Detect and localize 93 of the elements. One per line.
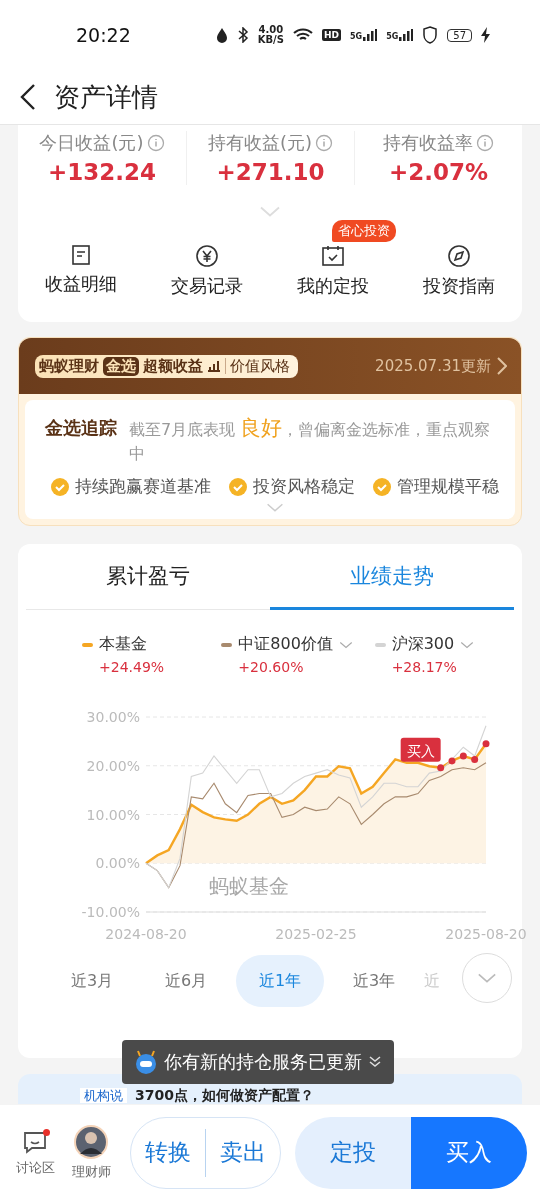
chevron-down-icon[interactable] [477, 972, 497, 984]
stat-label: 持有收益率 [383, 131, 473, 155]
avatar[interactable] [74, 1124, 108, 1159]
info-icon[interactable] [146, 134, 165, 152]
track-description: 截至7月底表现 良好，曾偏离金选标准，重点观察中 [129, 416, 492, 465]
info-icon[interactable] [315, 134, 333, 152]
nav-label[interactable]: 讨论区 [15, 1158, 55, 1177]
dropdown-icon[interactable] [338, 640, 353, 649]
yen-icon [195, 244, 219, 268]
dropdown-icon[interactable] [460, 640, 475, 649]
chart-watermark: 蚂蚁基金 [208, 873, 289, 898]
more-button[interactable] [462, 953, 512, 1003]
chevron-right-icon[interactable] [497, 357, 507, 375]
legend-value: +24.49% [98, 659, 166, 675]
action-link[interactable]: 收益明细 [45, 272, 117, 296]
brand-label: 蚂蚁理财 [39, 356, 99, 376]
calendar-icon [321, 244, 345, 268]
axis-label: 20.00% [86, 757, 140, 774]
criterion-label: 投资风格稳定 [253, 476, 355, 498]
promo-badge: 省心投资 [332, 220, 396, 242]
wifi-icon [292, 27, 313, 43]
axis-label: 2025-02-25 [275, 926, 357, 942]
buy-marker [482, 740, 490, 748]
brand-tag: 金选 [103, 356, 139, 376]
signal-indicator: 5G [386, 29, 414, 41]
mascot-icon [134, 1050, 158, 1074]
stat-value: +2.07% [388, 159, 489, 185]
bar-chart-icon [207, 360, 221, 372]
check-icon [51, 478, 69, 496]
battery-indicator: 57 [447, 28, 472, 42]
action-link[interactable]: 我的定投 [297, 274, 369, 298]
range-tab[interactable]: 近6月 [142, 955, 230, 1007]
criterion-label: 管理规模平稳 [397, 476, 499, 498]
axis-label: 10.00% [86, 806, 140, 823]
axis-label: 0.00% [95, 855, 140, 872]
style-tag: 超额收益 [143, 356, 203, 376]
buy-marker [471, 755, 479, 763]
plan-button[interactable]: 定投 [295, 1116, 411, 1189]
trade-button[interactable]: 卖出 [205, 1128, 280, 1177]
series-label: 买入 [406, 742, 435, 759]
double-chevron-icon[interactable] [368, 1055, 382, 1069]
check-icon [373, 478, 391, 496]
compass-icon [447, 244, 471, 268]
buy-tooltip: 买入 [400, 737, 441, 762]
buy-marker [448, 757, 456, 765]
update-date[interactable]: 2025.07.31更新 [375, 356, 491, 376]
legend-label: 中证800价值 [238, 634, 333, 655]
buy-marker [437, 764, 445, 772]
expand-icon[interactable] [259, 205, 281, 218]
status-time: 20:22 [76, 24, 131, 46]
criterion-label: 持续跑赢赛道基准 [75, 476, 211, 498]
bluetooth-icon [236, 27, 249, 43]
stat-label: 持有收益(元) [207, 131, 312, 155]
axis-label: 30.00% [86, 709, 140, 725]
buy-marker [459, 752, 467, 760]
trade-button[interactable]: 转换 [131, 1128, 205, 1177]
nav-label[interactable]: 理财师 [71, 1162, 111, 1181]
check-icon [229, 478, 247, 496]
document-icon [70, 244, 92, 266]
buy-button[interactable]: 买入 [411, 1116, 527, 1189]
axis-label: 2024-08-20 [105, 926, 187, 942]
charging-icon [481, 27, 490, 43]
source-tag: 机构说 [80, 1088, 127, 1103]
expand-icon[interactable] [266, 502, 284, 513]
page-title: 资产详情 [54, 80, 158, 114]
drop-icon [215, 27, 228, 43]
back-icon[interactable] [18, 83, 38, 111]
hd-badge: HD [321, 29, 341, 41]
legend-label: 本基金 [99, 634, 147, 655]
range-tab[interactable]: 近1年 [236, 955, 324, 1007]
network-speed: 4.00 KB/S [257, 25, 284, 45]
legend-value: +28.17% [390, 659, 458, 675]
signal-indicator: 5G [350, 29, 378, 41]
banner-headline[interactable]: 3700点，如何做资产配置？ [135, 1088, 314, 1103]
legend-label: 沪深300 [391, 634, 455, 655]
toast[interactable]: 你有新的持仓服务已更新 [122, 1040, 394, 1084]
axis-label: -10.00% [81, 904, 140, 920]
tab[interactable]: 累计盈亏 [26, 544, 270, 610]
track-title: 金选追踪 [45, 416, 117, 440]
style-tag: 价值风格 [230, 356, 290, 376]
stat-value: +132.24 [48, 159, 156, 185]
stat-value: +271.10 [216, 159, 325, 185]
tab[interactable]: 业绩走势 [270, 544, 514, 610]
stat-label: 今日收益(元) [39, 131, 144, 155]
action-link[interactable]: 交易记录 [171, 274, 243, 298]
shield-icon [422, 26, 439, 44]
legend-value: +20.60% [237, 659, 305, 675]
toast-message: 你有新的持仓服务已更新 [164, 1050, 362, 1074]
action-link[interactable]: 投资指南 [423, 274, 495, 298]
info-icon[interactable] [476, 134, 494, 152]
range-tab[interactable]: 近3月 [48, 955, 136, 1007]
range-tab[interactable]: 近3年 [330, 955, 418, 1007]
axis-label: 2025-08-20 [445, 926, 527, 942]
